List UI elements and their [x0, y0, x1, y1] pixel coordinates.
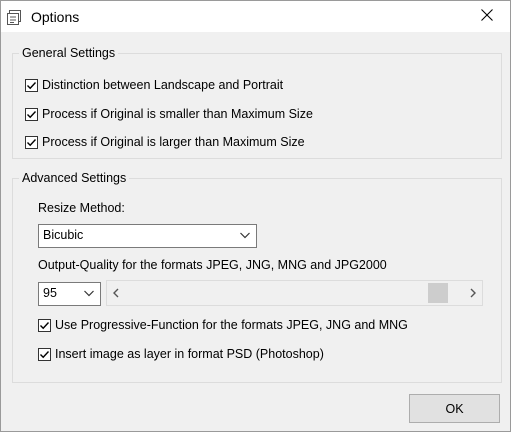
checkbox[interactable]: [25, 107, 38, 121]
chevron-down-icon: [83, 286, 95, 303]
checkbox-label: Distinction between Landscape and Portra…: [42, 78, 284, 92]
option-psd-layer[interactable]: Insert image as layer in format PSD (Pho…: [38, 346, 324, 362]
resize-method-label: Resize Method:: [38, 201, 125, 215]
quality-value: 95: [43, 286, 57, 300]
checkbox-label: Process if Original is larger than Maxim…: [42, 135, 305, 149]
option-progressive[interactable]: Use Progressive-Function for the formats…: [38, 317, 408, 333]
checkbox-label: Process if Original is smaller than Maxi…: [42, 107, 313, 121]
scroll-thumb[interactable]: [428, 283, 448, 303]
option-process-larger[interactable]: Process if Original is larger than Maxim…: [25, 134, 305, 150]
options-dialog: Options General Settings Distinction bet…: [0, 0, 511, 432]
checkbox[interactable]: [38, 318, 51, 332]
advanced-settings-title: Advanced Settings: [19, 171, 130, 185]
quality-scrollbar[interactable]: [106, 280, 483, 306]
scroll-right-arrow[interactable]: [464, 281, 482, 305]
checkbox-label: Insert image as layer in format PSD (Pho…: [55, 347, 324, 361]
resize-method-value: Bicubic: [43, 228, 84, 242]
quality-select[interactable]: 95: [38, 282, 101, 306]
chevron-down-icon: [239, 228, 251, 245]
title-bar: Options: [1, 1, 510, 32]
output-quality-label: Output-Quality for the formats JPEG, JNG…: [38, 258, 387, 272]
option-landscape-portrait[interactable]: Distinction between Landscape and Portra…: [25, 77, 283, 93]
resize-method-select[interactable]: Bicubic: [38, 224, 257, 248]
checkbox-label: Use Progressive-Function for the formats…: [55, 318, 408, 332]
close-button[interactable]: [464, 1, 510, 32]
scroll-left-arrow[interactable]: [107, 281, 125, 305]
general-settings-title: General Settings: [19, 46, 119, 60]
close-icon: [481, 9, 493, 24]
option-process-smaller[interactable]: Process if Original is smaller than Maxi…: [25, 106, 313, 122]
window-title: Options: [31, 9, 80, 25]
app-window-icon: [7, 9, 23, 25]
checkbox[interactable]: [25, 78, 38, 92]
checkbox[interactable]: [25, 135, 38, 149]
checkbox[interactable]: [38, 347, 51, 361]
ok-button[interactable]: OK: [409, 394, 500, 423]
scroll-track[interactable]: [125, 281, 464, 305]
